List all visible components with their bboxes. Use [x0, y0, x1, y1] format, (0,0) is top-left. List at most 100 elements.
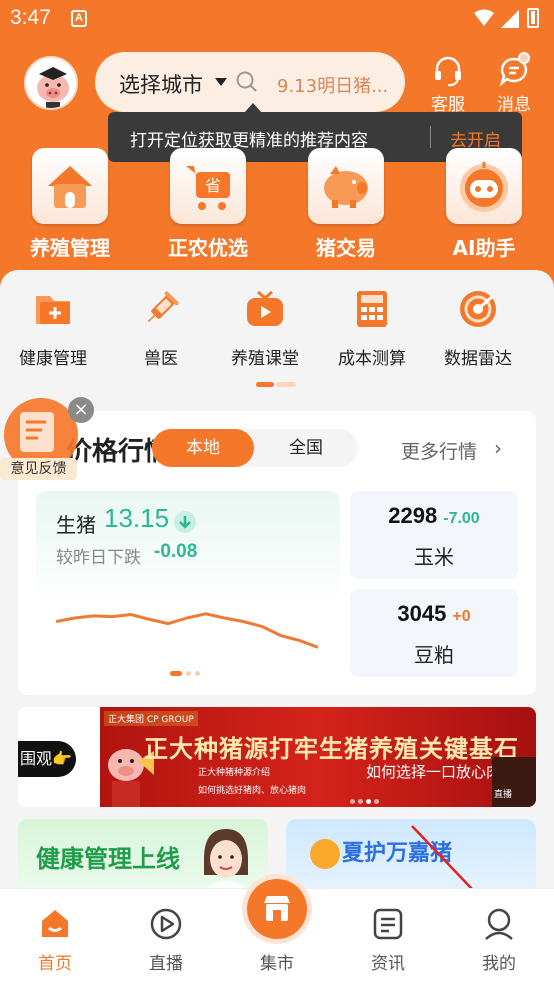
more-prices-link[interactable]: 更多行情 [401, 437, 477, 464]
grid-item-cost-calculation[interactable]: 成本测算 [322, 288, 422, 369]
banner-logo: 正大集团 CP GROUP [104, 711, 198, 726]
down-arrow-icon [174, 511, 196, 533]
tab-national[interactable]: 全国 [254, 429, 358, 467]
battery-icon [527, 8, 539, 28]
grid-item-health-management[interactable]: 健康管理 [3, 288, 103, 369]
promo-summer-card[interactable]: 夏护万嘉猪 [286, 819, 536, 899]
meal-price: 3045 [397, 601, 447, 626]
calculator-icon [357, 291, 387, 327]
hog-change-label: 较昨日下跌 [56, 548, 141, 568]
pig-avatar-icon [37, 67, 69, 108]
radar-icon [460, 291, 496, 327]
banner-carousel-dots [350, 799, 390, 805]
grid-item-vet[interactable]: 兽医 [111, 288, 211, 369]
sun-icon [310, 839, 340, 869]
tile-label: AI助手 [452, 236, 516, 260]
feedback-doc-icon [20, 412, 54, 452]
corn-change: -7.00 [443, 510, 480, 527]
hog-trend-chart [56, 612, 318, 649]
search-icon[interactable] [235, 70, 259, 94]
hog-name: 生猪 [56, 513, 96, 537]
banner-title: 正大种猪源打牢生猪养殖关键基石 [144, 735, 519, 763]
status-bar: 3:47 A [0, 0, 554, 38]
region-tabs: 本地 全国 [152, 429, 358, 467]
grid-item-label: 兽医 [144, 349, 178, 369]
nav-mine[interactable]: 我的 [449, 889, 549, 984]
soybean-meal-price-box[interactable]: 3045 +0 豆粕 [350, 589, 518, 677]
banner-image: 正大集团 CP GROUP 正大种猪源打牢生猪养殖关键基石 如何选择一口放心肉 … [100, 707, 536, 807]
hog-price: 13.15 [104, 503, 170, 533]
tile-zhengnong-select[interactable]: 省 正农优选 [168, 148, 248, 268]
messages-button[interactable]: 消息 [484, 54, 544, 115]
banner-left-tag: 围观👉 [18, 741, 76, 777]
grid-item-label: 数据雷达 [444, 349, 512, 369]
carousel-dots [170, 671, 210, 677]
avatar[interactable] [24, 56, 78, 110]
signal-icon [501, 10, 519, 28]
house-icon [32, 148, 108, 224]
page-indicator [256, 382, 296, 387]
nav-news[interactable]: 资讯 [338, 889, 438, 984]
nav-label: 首页 [38, 954, 72, 974]
banner-line-1: 正大种猪种源介绍 [198, 768, 271, 778]
home-icon [42, 910, 68, 937]
health-folder-icon [36, 296, 70, 324]
shopping-cart-icon: 省 [170, 148, 246, 224]
nav-label: 直播 [149, 954, 183, 974]
nav-home[interactable]: 首页 [5, 889, 105, 984]
corn-name: 玉米 [414, 545, 454, 569]
meal-name: 豆粕 [414, 643, 454, 667]
tab-local[interactable]: 本地 [152, 429, 254, 467]
nav-label: 集市 [260, 954, 294, 974]
store-icon [264, 896, 290, 921]
grid-item-label: 成本测算 [338, 349, 406, 369]
corn-price: 2298 [388, 503, 438, 528]
robot-icon [446, 148, 522, 224]
promo-health-title: 健康管理上线 [36, 845, 180, 873]
caret-down-icon[interactable] [215, 78, 227, 86]
news-icon [373, 908, 403, 940]
tv-play-icon [247, 290, 283, 326]
nav-live[interactable]: 直播 [116, 889, 216, 984]
grid-item-label: 健康管理 [19, 349, 87, 369]
promo-banner[interactable]: 围观👉 正大集团 CP GROUP 正大种猪源打牢生猪养殖关键基石 如何选择一口… [18, 707, 536, 807]
header: 3:47 A 选择城市 9.13明日猪... 客服 消息 打开定位获取更精准的推… [0, 0, 554, 300]
svg-text:省: 省 [205, 176, 221, 195]
tooltip-divider [430, 126, 431, 148]
grid-item-label: 养殖课堂 [231, 349, 299, 369]
headset-icon [435, 56, 461, 87]
tile-label: 养殖管理 [30, 236, 110, 260]
customer-service-button[interactable]: 客服 [418, 54, 478, 115]
tile-label: 猪交易 [316, 236, 376, 260]
app-notification-icon: A [71, 10, 87, 27]
meal-change: +0 [452, 608, 471, 625]
user-icon [485, 908, 513, 940]
wifi-icon [474, 9, 494, 26]
tile-label: 正农优选 [168, 236, 248, 260]
grid-item-farming-class[interactable]: 养殖课堂 [215, 288, 315, 369]
bottom-navigation: 首页 直播 集市 资讯 我的 [0, 879, 554, 984]
grid-item-data-radar[interactable]: 数据雷达 [428, 288, 528, 369]
tile-farming-management[interactable]: 养殖管理 [30, 148, 110, 268]
city-selector[interactable]: 选择城市 [119, 69, 203, 99]
hog-trend-line [56, 612, 318, 649]
search-input[interactable]: 9.13明日猪... [277, 72, 402, 98]
promo-summer-title: 夏护万嘉猪 [342, 841, 453, 866]
banner-live-label: 直播 [494, 790, 513, 800]
promo-health-card[interactable]: 健康管理上线 [18, 819, 268, 899]
hog-price-panel[interactable]: 生猪 13.15 较昨日下跌 -0.08 [36, 491, 340, 681]
nav-label: 资讯 [371, 954, 405, 974]
status-time: 3:47 [10, 6, 51, 29]
banner-live-thumbnail: 直播 [492, 757, 536, 807]
banner-line-2: 如何挑选好猪肉、放心猪肉 [198, 786, 307, 796]
feedback-label[interactable]: 意见反馈 [0, 458, 77, 480]
piggy-icon [308, 148, 384, 224]
tile-ai-assistant[interactable]: AI助手 [444, 148, 524, 268]
close-icon[interactable]: × [68, 397, 94, 423]
chevron-right-icon[interactable]: › [494, 436, 502, 460]
feature-grid: 健康管理 兽医 养殖课堂 成本测算 数据雷达 [0, 270, 554, 400]
nav-market[interactable]: 集市 [227, 879, 327, 984]
tile-pig-trading[interactable]: 猪交易 [306, 148, 386, 268]
corn-price-box[interactable]: 2298 -7.00 玉米 [350, 491, 518, 579]
nav-label: 我的 [482, 954, 516, 974]
